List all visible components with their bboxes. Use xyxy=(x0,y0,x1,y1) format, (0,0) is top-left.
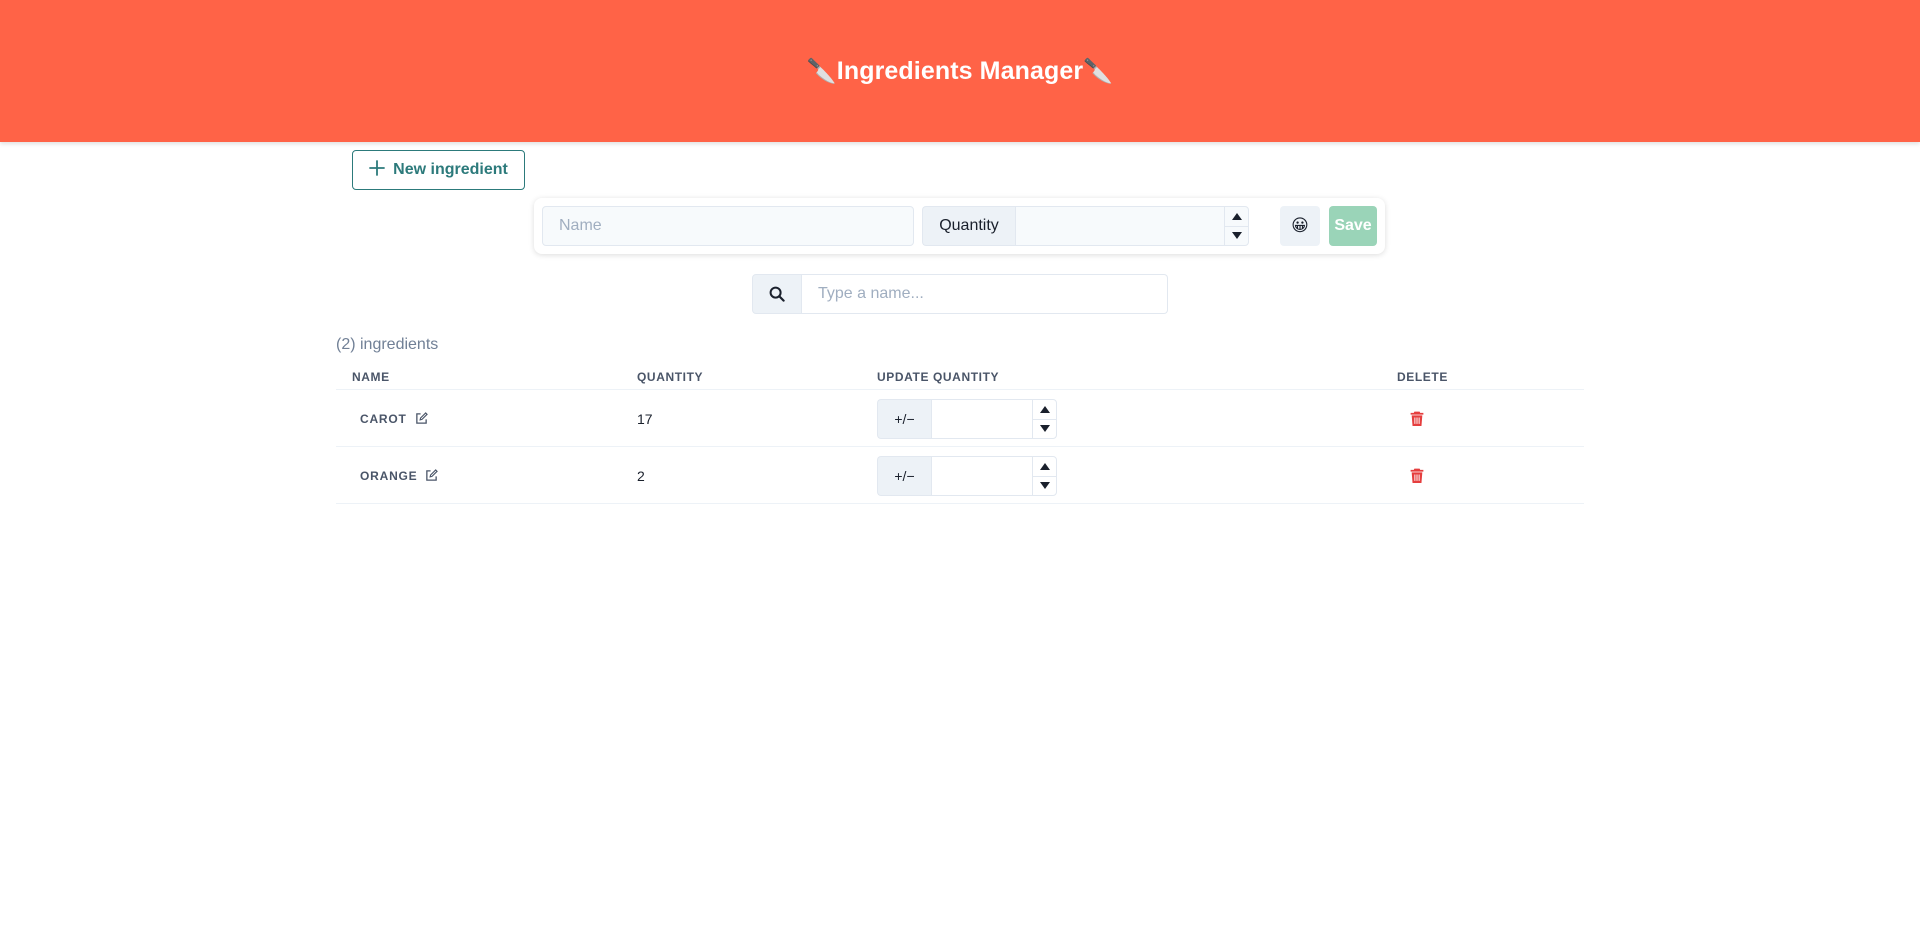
increment-icon[interactable] xyxy=(1033,400,1056,419)
new-ingredient-form: Name Quantity 😀 Save xyxy=(534,198,1385,254)
stepper-controls xyxy=(1224,207,1248,245)
ingredient-name: ORANGE xyxy=(360,468,418,483)
trash-icon[interactable] xyxy=(1409,467,1425,484)
column-header-update-quantity: UPDATE QUANTITY xyxy=(877,370,1000,384)
name-input[interactable]: Name xyxy=(542,206,914,246)
column-header-name: NAME xyxy=(352,370,390,384)
ingredient-quantity: 2 xyxy=(637,467,645,484)
page-title: 🔪 Ingredients Manager 🔪 xyxy=(807,57,1113,86)
update-quantity-control: +/− xyxy=(877,399,1057,439)
quantity-stepper[interactable] xyxy=(1015,206,1249,246)
decrement-icon[interactable] xyxy=(1033,418,1056,439)
update-quantity-control: +/− xyxy=(877,456,1057,496)
stepper-controls xyxy=(1032,400,1056,438)
knife-icon: 🔪 xyxy=(806,57,837,85)
increment-icon[interactable] xyxy=(1225,207,1248,226)
emoji-picker-button[interactable]: 😀 xyxy=(1280,206,1320,246)
plus-icon xyxy=(369,158,386,180)
search-input[interactable]: Type a name... xyxy=(802,274,1168,314)
column-header-delete: DELETE xyxy=(1397,370,1448,384)
new-ingredient-label: New ingredient xyxy=(393,161,508,178)
table-header: NAME QUANTITY UPDATE QUANTITY DELETE xyxy=(336,368,1584,390)
ingredient-name: CAROT xyxy=(360,411,407,426)
increment-icon[interactable] xyxy=(1033,457,1056,476)
page-title-text: Ingredients Manager xyxy=(836,56,1084,85)
decrement-icon[interactable] xyxy=(1033,475,1056,496)
edit-icon[interactable] xyxy=(415,412,428,425)
table-row: CAROT 17 +/− xyxy=(336,390,1584,447)
app-header: 🔪 Ingredients Manager 🔪 xyxy=(0,0,1920,142)
column-header-quantity: QUANTITY xyxy=(637,370,704,384)
plus-minus-label: +/− xyxy=(877,456,931,496)
ingredient-name-cell: CAROT xyxy=(360,390,428,447)
ingredients-table: NAME QUANTITY UPDATE QUANTITY DELETE CAR… xyxy=(336,368,1584,504)
edit-icon[interactable] xyxy=(425,469,439,482)
table-row: ORANGE 2 +/− xyxy=(336,447,1584,504)
stepper-controls xyxy=(1032,457,1056,495)
ingredient-quantity: 17 xyxy=(637,410,653,427)
plus-minus-label: +/− xyxy=(877,399,931,439)
ingredient-name-cell: ORANGE xyxy=(360,447,439,504)
search-icon xyxy=(752,274,802,314)
new-ingredient-button[interactable]: New ingredient xyxy=(352,150,525,190)
knife-icon: 🔪 xyxy=(1083,57,1114,85)
ingredient-count: (2) ingredients xyxy=(336,336,439,353)
search-bar: Type a name... xyxy=(752,274,1168,314)
save-button[interactable]: Save xyxy=(1329,206,1377,246)
update-quantity-stepper[interactable] xyxy=(931,399,1057,439)
update-quantity-stepper[interactable] xyxy=(931,456,1057,496)
quantity-label: Quantity xyxy=(922,206,1015,246)
decrement-icon[interactable] xyxy=(1225,225,1248,246)
trash-icon[interactable] xyxy=(1409,410,1425,427)
